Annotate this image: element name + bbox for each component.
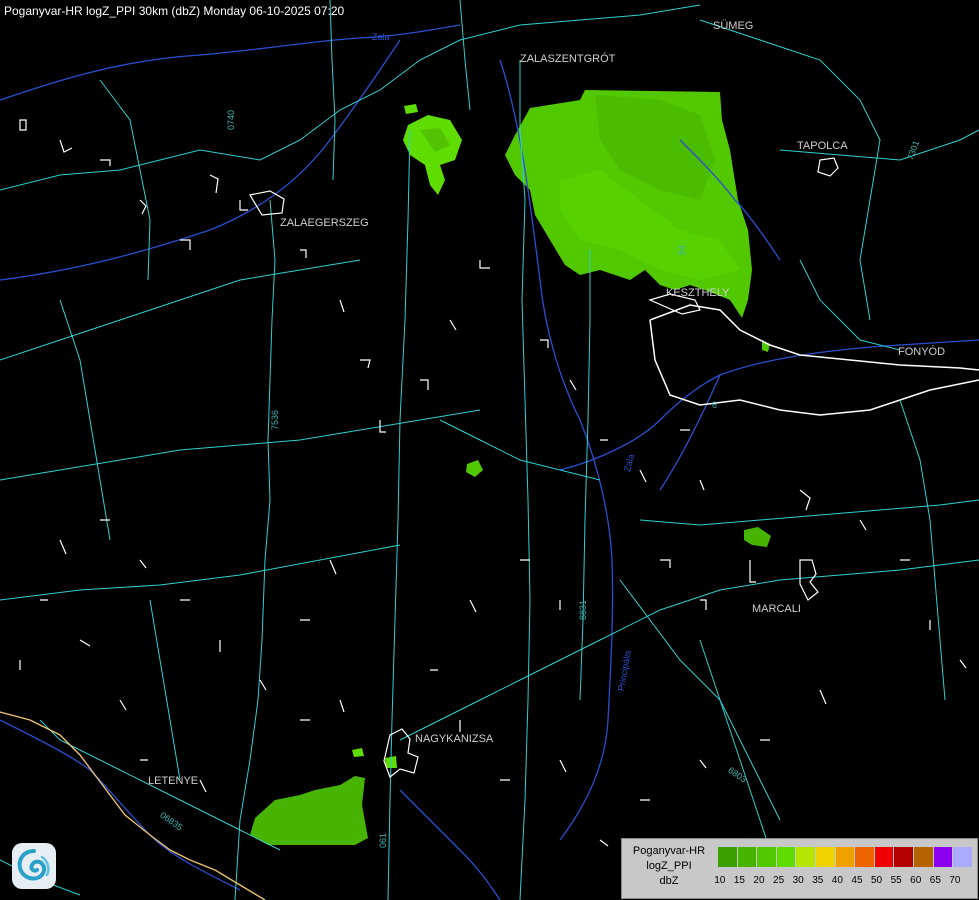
legend-tick-35: 35 (812, 875, 824, 886)
legend-tick-25: 25 (773, 875, 785, 886)
legend-swatches (718, 847, 973, 867)
legend-unit: dbZ (659, 875, 679, 887)
legend-swatch-25 (776, 847, 797, 867)
legend-tick-45: 45 (851, 875, 863, 886)
legend-tick-70: 70 (949, 875, 961, 886)
town-label-letenye: LETENYE (148, 775, 199, 787)
map-title: Poganyvar-HR logZ_PPI 30km (dbZ) Monday … (4, 4, 345, 18)
town-label-tapolca: TAPOLCA (797, 140, 848, 152)
dbz-color-legend: Poganyvar-HR logZ_PPI dbZ 10 15 20 25 30 35 40… (621, 838, 978, 899)
road-number-84: 84 (677, 244, 687, 255)
legend-tick-20: 20 (753, 875, 765, 886)
legend-swatch-60 (913, 847, 934, 867)
radar-map (0, 0, 979, 900)
town-label-zalaszentgrot: ZALASZENTGRÓT (520, 53, 616, 65)
legend-swatch-55 (894, 847, 914, 867)
lake-balaton (649, 304, 979, 416)
legend-swatch-10 (718, 847, 738, 867)
legend-tick-55: 55 (890, 875, 902, 886)
river-label-zala-north: Zala (372, 32, 390, 42)
town-label-zalaegerszeg: ZALAEGERSZEG (280, 217, 369, 229)
legend-swatch-50 (874, 847, 895, 867)
legend-swatch-40 (835, 847, 856, 867)
echo-south-west (250, 748, 397, 845)
weather-service-logo (12, 843, 56, 889)
road-number-6: 6 (712, 400, 718, 410)
legend-swatch-30 (796, 847, 816, 867)
legend-radar-name: Poganyvar-HR (632, 845, 706, 857)
road-number-7536: 7536 (270, 409, 280, 430)
town-label-fonyod: FONYÓD (898, 346, 946, 358)
legend-swatch-65 (933, 847, 954, 867)
legend-swatch-45 (855, 847, 875, 867)
legend-product-name: logZ_PPI (646, 860, 692, 872)
road-number-8831: 8831 (578, 599, 588, 620)
legend-label: Poganyvar-HR logZ_PPI dbZ (624, 844, 714, 889)
legend-ticks: 10 15 20 25 30 35 40 45 50 55 60 65 70 (710, 875, 965, 886)
road-network (0, 0, 979, 900)
road-number-0740: 0740 (226, 109, 236, 130)
legend-tick-10: 10 (714, 875, 726, 886)
legend-tick-40: 40 (831, 875, 843, 886)
legend-swatch-15 (737, 847, 758, 867)
legend-swatch-20 (757, 847, 777, 867)
legend-tick-15: 15 (733, 875, 745, 886)
legend-tick-30: 30 (792, 875, 804, 886)
town-label-marcali: MARCALI (752, 603, 801, 615)
legend-swatch-70 (953, 847, 973, 867)
town-label-nagykanizsa: NAGYKANIZSA (415, 733, 494, 745)
town-label-keszthely: KESZTHELY (666, 287, 730, 299)
road-number-061: 061 (378, 832, 388, 848)
legend-tick-50: 50 (870, 875, 883, 886)
river-network (0, 24, 979, 900)
legend-tick-65: 65 (929, 875, 941, 886)
legend-tick-60: 60 (910, 875, 922, 886)
town-label-sumeg: SÜMEG (713, 20, 754, 32)
legend-swatch-35 (815, 847, 836, 867)
